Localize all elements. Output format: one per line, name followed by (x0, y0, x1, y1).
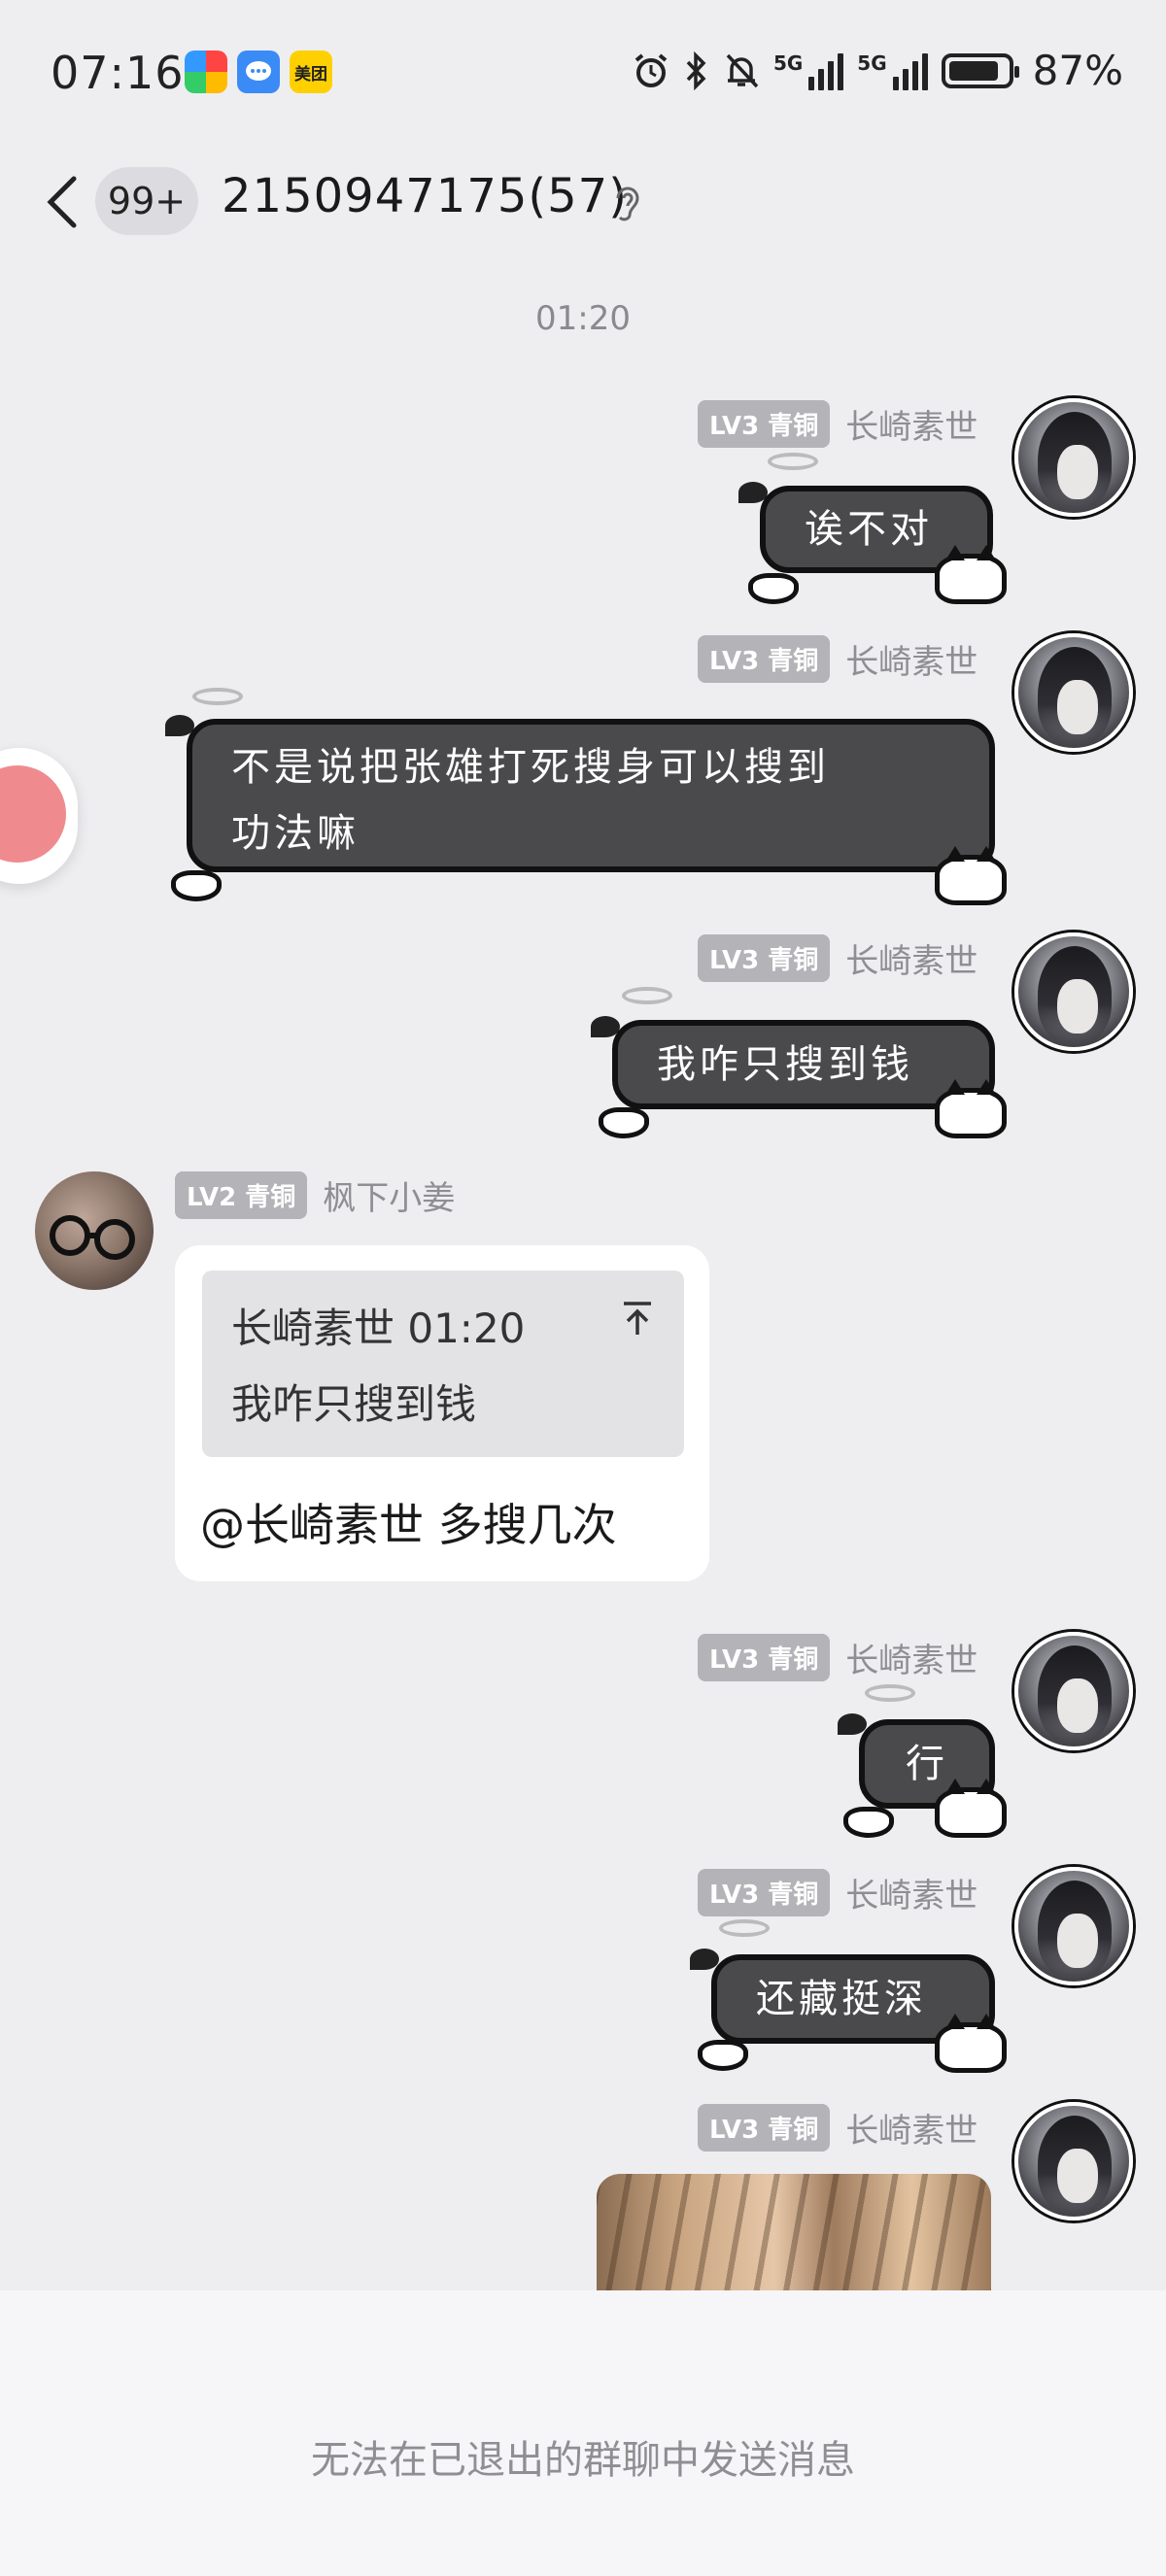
halo-decoration (768, 453, 818, 470)
sender-meta: LV3 青铜 长崎素世 (698, 2103, 978, 2152)
avatar[interactable] (1014, 932, 1133, 1051)
lips-decoration (698, 2040, 748, 2071)
meituan-app-icon: 美团 (290, 51, 332, 93)
level-badge: LV3 青铜 (698, 933, 831, 982)
message-bubble[interactable]: 不是说把张雄打死搜身可以搜到 功法嘛 (187, 719, 995, 872)
avatar[interactable] (1014, 633, 1133, 752)
sender-name: 长崎素世 (845, 1876, 978, 1915)
sender-name: 长崎素世 (845, 1641, 978, 1680)
sender-meta: LV3 青铜 长崎素世 (698, 1633, 978, 1681)
level-badge: LV3 青铜 (698, 634, 831, 683)
cat-decoration (935, 545, 1007, 604)
chat-title: 2150947175(57) (222, 169, 628, 223)
leaf-decoration (690, 1949, 719, 1970)
sender-name: 长崎素世 (845, 2111, 978, 2151)
halo-decoration (192, 688, 243, 705)
image-message[interactable] (597, 2174, 991, 2290)
status-time: 07:16 (51, 47, 185, 99)
back-arrow-icon[interactable] (39, 173, 87, 231)
jump-to-top-icon[interactable] (620, 1300, 655, 1339)
alarm-icon (634, 52, 668, 87)
battery-percent: 87% (1032, 47, 1123, 94)
sender-meta: LV3 青铜 长崎素世 (698, 634, 978, 683)
sender-meta: LV3 青铜 长崎素世 (698, 933, 978, 982)
photos-app-icon (185, 51, 227, 93)
lips-decoration (171, 870, 222, 901)
halo-decoration (622, 987, 672, 1004)
battery-icon (941, 52, 1019, 88)
level-badge: LV3 青铜 (698, 2103, 831, 2152)
level-badge: LV3 青铜 (698, 1633, 831, 1681)
avatar[interactable] (1014, 398, 1133, 517)
messages-app-icon (237, 51, 280, 93)
cannot-send-notice: 无法在已退出的群聊中发送消息 (311, 2438, 855, 2483)
chat-header: 99+ 2150947175(57) (0, 146, 1166, 262)
cat-decoration (935, 2014, 1007, 2073)
halo-decoration (719, 1919, 770, 1937)
message-line: 不是说把张雄打死搜身可以搜到 (231, 745, 830, 790)
status-bar: 07:16 美团 5G 5G 87% (0, 0, 1166, 146)
quoted-author-time: 长崎素世 01:20 (231, 1305, 526, 1352)
message-line: 功法嘛 (231, 811, 360, 856)
unread-badge[interactable]: 99+ (95, 167, 198, 235)
bluetooth-icon (686, 51, 706, 90)
cat-decoration (935, 1779, 1007, 1838)
message-text: @长崎素世 多搜几次 (200, 1499, 617, 1551)
message-bubble[interactable]: 我咋只搜到钱 (612, 1020, 995, 1109)
lips-decoration (599, 1107, 649, 1138)
sender-meta: LV2 青铜 枫下小姜 (175, 1170, 456, 1219)
sender-name: 长崎素世 (845, 941, 978, 981)
reply-message-bubble[interactable]: 长崎素世 01:20 我咋只搜到钱 @长崎素世 多搜几次 (175, 1245, 709, 1581)
lips-decoration (843, 1807, 894, 1838)
cat-decoration (935, 1079, 1007, 1138)
avatar[interactable] (1014, 1632, 1133, 1750)
sender-name: 枫下小姜 (323, 1178, 456, 1218)
lips-decoration (748, 573, 799, 604)
sender-meta: LV3 青铜 长崎素世 (698, 399, 978, 448)
ear-icon (616, 186, 639, 221)
sender-meta: LV3 青铜 长崎素世 (698, 1868, 978, 1916)
leaf-decoration (838, 1713, 867, 1735)
cat-decoration (935, 846, 1007, 905)
sender-name: 长崎素世 (845, 407, 978, 447)
level-badge: LV3 青铜 (698, 399, 831, 448)
halo-decoration (865, 1684, 915, 1702)
avatar[interactable] (1014, 1867, 1133, 1985)
quoted-message[interactable]: 长崎素世 01:20 我咋只搜到钱 (202, 1271, 684, 1457)
quoted-text: 我咋只搜到钱 (231, 1380, 477, 1428)
sender-name: 长崎素世 (845, 642, 978, 682)
level-badge: LV2 青铜 (175, 1170, 308, 1219)
input-disabled-area: 无法在已退出的群聊中发送消息 (0, 2290, 1166, 2576)
floating-widget[interactable] (0, 748, 78, 884)
avatar[interactable] (35, 1171, 154, 1290)
level-badge: LV3 青铜 (698, 1868, 831, 1916)
signal-icon: 5G (773, 51, 844, 90)
avatar[interactable] (1014, 2102, 1133, 2220)
mute-bell-icon (726, 53, 759, 87)
message-timestamp: 01:20 (535, 299, 631, 338)
signal-icon: 5G (857, 51, 928, 90)
